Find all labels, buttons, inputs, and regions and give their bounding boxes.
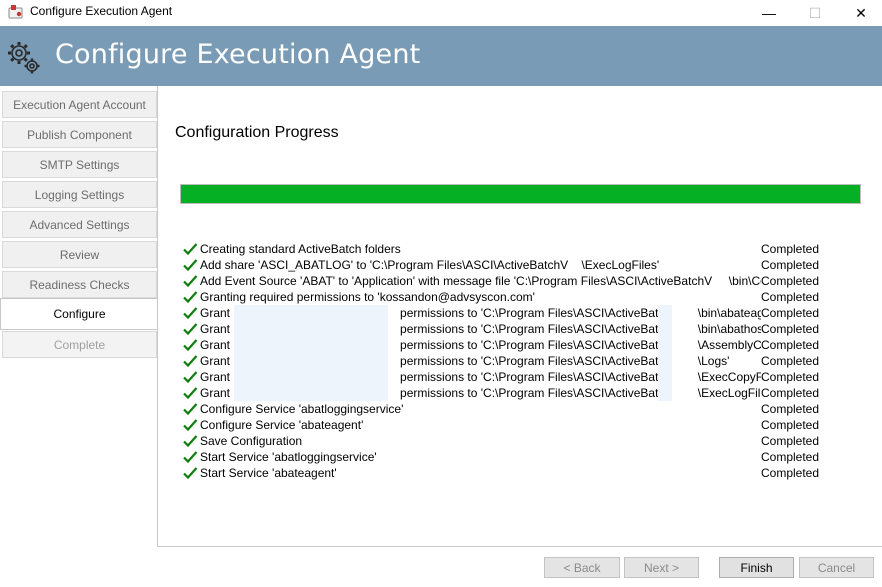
log-row: Configure Service 'abatloggingservice' Co… bbox=[182, 401, 822, 417]
log-status: Completed bbox=[761, 257, 822, 273]
log-row: Configure Service 'abateagent' Completed bbox=[182, 417, 822, 433]
checkmark-icon bbox=[183, 371, 198, 384]
redacted-version bbox=[658, 305, 672, 321]
log-text: Save Configuration bbox=[200, 434, 303, 448]
log-status: Completed bbox=[761, 337, 822, 353]
log-text: Add Event Source 'ABAT' to 'Application'… bbox=[200, 274, 771, 288]
step-complete: Complete bbox=[2, 331, 157, 358]
checkmark-icon bbox=[183, 403, 198, 416]
maximize-button[interactable]: ☐ bbox=[792, 0, 838, 26]
redacted-account bbox=[234, 369, 388, 385]
minimize-button[interactable]: — bbox=[746, 0, 792, 26]
progress-log: Creating standard ActiveBatch folders Com… bbox=[182, 241, 822, 481]
log-text: Configure Service 'abatloggingservice' bbox=[200, 402, 404, 416]
redacted-version bbox=[658, 353, 672, 369]
redacted-version bbox=[658, 321, 672, 337]
log-row: Grant permissions to 'C:\Program Files\A… bbox=[182, 369, 822, 385]
log-row: Creating standard ActiveBatch folders Com… bbox=[182, 241, 822, 257]
step-smtp-settings[interactable]: SMTP Settings bbox=[2, 151, 157, 178]
log-status: Completed bbox=[761, 401, 822, 417]
progress-fill bbox=[181, 185, 860, 203]
checkmark-icon bbox=[183, 451, 198, 464]
redacted-version bbox=[658, 337, 672, 353]
step-review[interactable]: Review bbox=[2, 241, 157, 268]
log-status: Completed bbox=[761, 369, 822, 385]
log-status: Completed bbox=[761, 305, 822, 321]
checkmark-icon bbox=[183, 243, 198, 256]
log-text: Add share 'ASCI_ABATLOG' to 'C:\Program … bbox=[200, 258, 660, 272]
gears-icon bbox=[8, 42, 40, 74]
log-row: Add share 'ASCI_ABATLOG' to 'C:\Program … bbox=[182, 257, 822, 273]
log-status: Completed bbox=[761, 321, 822, 337]
step-advanced-settings[interactable]: Advanced Settings bbox=[2, 211, 157, 238]
log-text: Granting required permissions to 'kossan… bbox=[200, 290, 535, 304]
checkmark-icon bbox=[183, 419, 198, 432]
log-row: Start Service 'abatloggingservice' Comple… bbox=[182, 449, 822, 465]
log-row: Granting required permissions to 'kossan… bbox=[182, 289, 822, 305]
checkmark-icon bbox=[183, 259, 198, 272]
checkmark-icon bbox=[183, 323, 198, 336]
title-bar: Configure Execution Agent — ☐ ✕ bbox=[0, 0, 882, 26]
step-logging-settings[interactable]: Logging Settings bbox=[2, 181, 157, 208]
checkmark-icon bbox=[183, 467, 198, 480]
close-button[interactable]: ✕ bbox=[838, 0, 882, 26]
log-status: Completed bbox=[761, 385, 822, 401]
checkmark-icon bbox=[183, 307, 198, 320]
checkmark-icon bbox=[183, 435, 198, 448]
redacted-account bbox=[234, 305, 388, 321]
checkmark-icon bbox=[183, 355, 198, 368]
redacted-account bbox=[234, 321, 388, 337]
log-status: Completed bbox=[761, 273, 822, 289]
log-row: Grant permissions to 'C:\Program Files\A… bbox=[182, 305, 822, 321]
log-row: Grant permissions to 'C:\Program Files\A… bbox=[182, 353, 822, 369]
configuration-progress-bar bbox=[180, 184, 861, 204]
step-publish-component[interactable]: Publish Component bbox=[2, 121, 157, 148]
step-configure[interactable]: Configure bbox=[0, 298, 158, 330]
log-text: Start Service 'abatloggingservice' bbox=[200, 450, 377, 464]
back-button[interactable]: < Back bbox=[544, 557, 620, 578]
checkmark-icon bbox=[183, 387, 198, 400]
checkmark-icon bbox=[183, 291, 198, 304]
wizard-steps: Execution Agent Account Publish Componen… bbox=[0, 86, 158, 547]
cancel-button[interactable]: Cancel bbox=[799, 557, 874, 578]
log-status: Completed bbox=[761, 241, 822, 257]
header-banner: Configure Execution Agent bbox=[0, 26, 882, 86]
app-icon bbox=[8, 5, 23, 19]
next-button[interactable]: Next > bbox=[624, 557, 699, 578]
checkmark-icon bbox=[183, 339, 198, 352]
step-execution-agent-account[interactable]: Execution Agent Account bbox=[2, 91, 157, 118]
log-status: Completed bbox=[761, 417, 822, 433]
step-readiness-checks[interactable]: Readiness Checks bbox=[2, 271, 157, 298]
banner-title: Configure Execution Agent bbox=[55, 39, 421, 70]
log-text: Creating standard ActiveBatch folders bbox=[200, 242, 401, 256]
log-row: Start Service 'abateagent' Completed bbox=[182, 465, 822, 481]
redacted-version bbox=[658, 385, 672, 401]
redacted-account bbox=[234, 385, 388, 401]
log-status: Completed bbox=[761, 449, 822, 465]
finish-button[interactable]: Finish bbox=[719, 557, 794, 578]
footer-divider bbox=[157, 546, 882, 547]
log-status: Completed bbox=[761, 433, 822, 449]
window-title: Configure Execution Agent bbox=[30, 4, 173, 18]
log-row: Save Configuration Completed bbox=[182, 433, 822, 449]
sidebar-divider bbox=[157, 86, 158, 547]
log-row: Grant permissions to 'C:\Program Files\A… bbox=[182, 321, 822, 337]
log-status: Completed bbox=[761, 289, 822, 305]
redacted-account bbox=[234, 337, 388, 353]
log-row: Grant permissions to 'C:\Program Files\A… bbox=[182, 385, 822, 401]
log-text: Configure Service 'abateagent' bbox=[200, 418, 364, 432]
redacted-account bbox=[234, 353, 388, 369]
log-row: Add Event Source 'ABAT' to 'Application'… bbox=[182, 273, 822, 289]
checkmark-icon bbox=[183, 275, 198, 288]
log-text: Start Service 'abateagent' bbox=[200, 466, 337, 480]
redacted-version bbox=[658, 369, 672, 385]
log-status: Completed bbox=[761, 353, 822, 369]
log-status: Completed bbox=[761, 465, 822, 481]
log-row: Grant permissions to 'C:\Program Files\A… bbox=[182, 337, 822, 353]
page-title: Configuration Progress bbox=[175, 124, 339, 141]
